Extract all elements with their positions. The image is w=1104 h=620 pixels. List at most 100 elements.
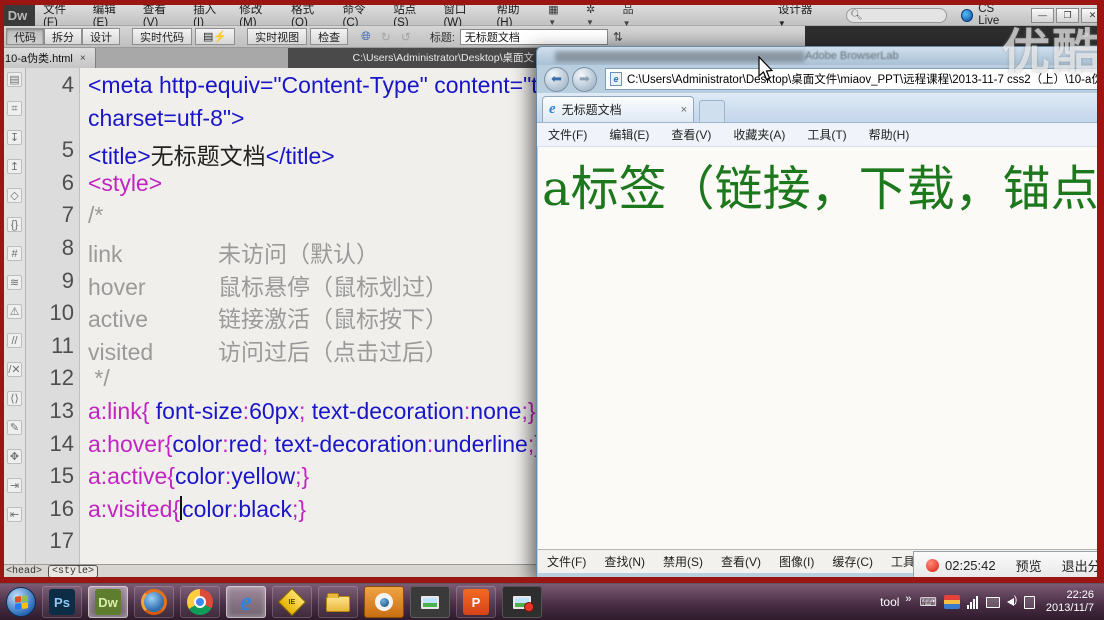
search-icon: 🔍︎: [850, 10, 863, 21]
tag-head[interactable]: <head>: [6, 566, 42, 577]
line-number: 15: [26, 463, 74, 489]
back-icon[interactable]: ↻: [376, 30, 396, 44]
dw-menu-item-0[interactable]: 文件(F): [35, 1, 85, 29]
tag-style[interactable]: <style>: [48, 565, 98, 578]
dw-menu-item-3[interactable]: 插入(I): [185, 1, 231, 29]
p-app-icon[interactable]: P: [456, 586, 496, 618]
code-segment: underline: [433, 431, 528, 457]
refresh-icon[interactable]: 🌐︎: [356, 29, 376, 44]
code-text: active链接激活（鼠标按下）: [88, 300, 448, 334]
ietester-icon[interactable]: IE: [272, 586, 312, 618]
file-management-icon[interactable]: ⇅: [608, 30, 628, 44]
volume-icon[interactable]: [1007, 598, 1017, 606]
code-segment: a:visited{: [88, 496, 180, 522]
code-view-button[interactable]: 代码: [6, 28, 44, 45]
photoshop-icon[interactable]: Ps: [42, 586, 82, 618]
code-segment: 鼠标悬停（鼠标划过）: [218, 274, 448, 300]
snapshot-icon[interactable]: [410, 586, 450, 618]
ie-menu-item-5[interactable]: 帮助(H): [858, 126, 921, 143]
dw-menu-item-8[interactable]: 窗口(W): [435, 1, 488, 29]
dev-menu-item-3[interactable]: 查看(V): [712, 553, 770, 570]
ie-tab[interactable]: e 无标题文档 ×: [542, 96, 694, 122]
chrome-icon[interactable]: [180, 586, 220, 618]
dw-menu-item-5[interactable]: 格式(O): [283, 1, 334, 29]
explorer-icon[interactable]: [318, 586, 358, 618]
dw-menu-item-7[interactable]: 站点(S): [385, 1, 435, 29]
page-link-text[interactable]: a标签（链接，下载，锚点: [538, 147, 1104, 219]
extend-icon[interactable]: ✲ ▼: [577, 3, 614, 28]
code-text: <title>无标题文档</title>: [88, 137, 335, 171]
code-text: a:link{ font-size:60px; text-decoration:…: [88, 398, 536, 425]
code-text: a:visited{color:black;}: [88, 496, 306, 523]
app-search-input[interactable]: 🔍︎: [846, 8, 947, 23]
dw-document-toolbar: 代码 拆分 设计 实时代码 ▤⚡ 实时视图 检查 🌐︎ ↻ ↺ 标题: ⇅: [0, 26, 805, 48]
page-icon: e: [610, 72, 622, 86]
tab-close-icon[interactable]: ×: [80, 53, 86, 64]
ime-icon[interactable]: [944, 595, 960, 609]
ie-menu-item-4[interactable]: 工具(T): [796, 126, 857, 143]
line-number: 10: [26, 300, 74, 326]
code-segment: black: [238, 496, 292, 522]
document-title-input[interactable]: [460, 29, 608, 45]
tray-label: tool: [880, 595, 899, 609]
code-segment: yellow: [231, 463, 295, 489]
design-view-button[interactable]: 设计: [82, 28, 120, 45]
dw-menu-item-9[interactable]: 帮助(H): [488, 1, 539, 29]
screen-recorder-icon[interactable]: [502, 586, 542, 618]
forward-button[interactable]: ➡: [572, 67, 597, 92]
split-view-button[interactable]: 拆分: [44, 28, 82, 45]
document-path: C:\Users\Administrator\Desktop\桌面文: [288, 48, 534, 68]
mouse-cursor: [757, 56, 775, 82]
line-number: 7: [26, 202, 74, 228]
dw-menu-item-2[interactable]: 查看(V): [135, 1, 185, 29]
recording-dot-icon: [926, 559, 939, 572]
display-icon[interactable]: [986, 597, 1000, 608]
forward-icon[interactable]: ↺: [396, 30, 416, 44]
dev-menu-item-5[interactable]: 缓存(C): [823, 553, 882, 570]
inspect-button[interactable]: 检查: [310, 28, 348, 45]
dev-menu-item-2[interactable]: 禁用(S): [654, 553, 712, 570]
dev-menu-item-4[interactable]: 图像(I): [770, 553, 823, 570]
line-number: 17: [26, 528, 74, 554]
dev-menu-item-0[interactable]: 文件(F): [538, 553, 595, 570]
dev-menu-item-1[interactable]: 查找(N): [595, 553, 654, 570]
screen: Dw 文件(F)编辑(E)查看(V)插入(I)修改(M)格式(O)命令(C)站点…: [0, 0, 1104, 620]
clipboard-icon[interactable]: [1024, 596, 1035, 609]
tray-chevron-icon[interactable]: »: [905, 593, 911, 605]
ie-menu-item-0[interactable]: 文件(F): [537, 126, 598, 143]
firefox-icon[interactable]: [134, 586, 174, 618]
clock-date: 2013/11/7: [1046, 602, 1094, 615]
start-orb[interactable]: [6, 587, 36, 617]
back-button[interactable]: ⬅: [544, 67, 569, 92]
document-tab[interactable]: 10-a伪类.html ×: [0, 48, 96, 68]
preview-button[interactable]: 预览: [1016, 556, 1042, 575]
new-tab-button[interactable]: [699, 100, 725, 122]
taskbar-clock[interactable]: 22:26 2013/11/7: [1046, 589, 1094, 615]
live-view-button[interactable]: 实时视图: [247, 28, 307, 45]
code-segment: /*: [88, 202, 103, 228]
code-segment: }: [302, 463, 310, 489]
ie-menu-item-1[interactable]: 编辑(E): [598, 126, 660, 143]
webcam-icon[interactable]: [364, 586, 404, 618]
line-number: 13: [26, 398, 74, 424]
dreamweaver-icon[interactable]: Dw: [88, 586, 128, 618]
ie-menu-item-2[interactable]: 查看(V): [660, 126, 722, 143]
live-code-button[interactable]: 实时代码: [132, 28, 192, 45]
workspace-switcher[interactable]: 设计器 ▼: [770, 1, 828, 29]
site-icon[interactable]: 品 ▼: [614, 1, 652, 29]
ie-tab-close-icon[interactable]: ×: [681, 104, 687, 116]
layout-switcher-icon[interactable]: ▦ ▼: [539, 3, 577, 28]
dw-menu-item-6[interactable]: 命令(C): [335, 1, 386, 29]
dw-menu-item-1[interactable]: 编辑(E): [85, 1, 135, 29]
dw-menu-item-4[interactable]: 修改(M): [231, 1, 283, 29]
network-signal-icon[interactable]: [967, 596, 979, 609]
ie-menu-item-3[interactable]: 收藏夹(A): [722, 126, 796, 143]
keyboard-icon[interactable]: ⌨: [920, 595, 937, 609]
ie-icon[interactable]: e: [226, 586, 266, 618]
code-text: charset=utf-8">: [88, 105, 244, 132]
code-segment: 访问过后（点击过后）: [218, 339, 448, 365]
ie-menubar: 文件(F)编辑(E)查看(V)收藏夹(A)工具(T)帮助(H): [537, 123, 1103, 147]
file-compare-icon[interactable]: ▤⚡: [195, 28, 235, 45]
code-segment: hover: [88, 274, 218, 301]
code-segment: text-decoration: [305, 398, 464, 424]
